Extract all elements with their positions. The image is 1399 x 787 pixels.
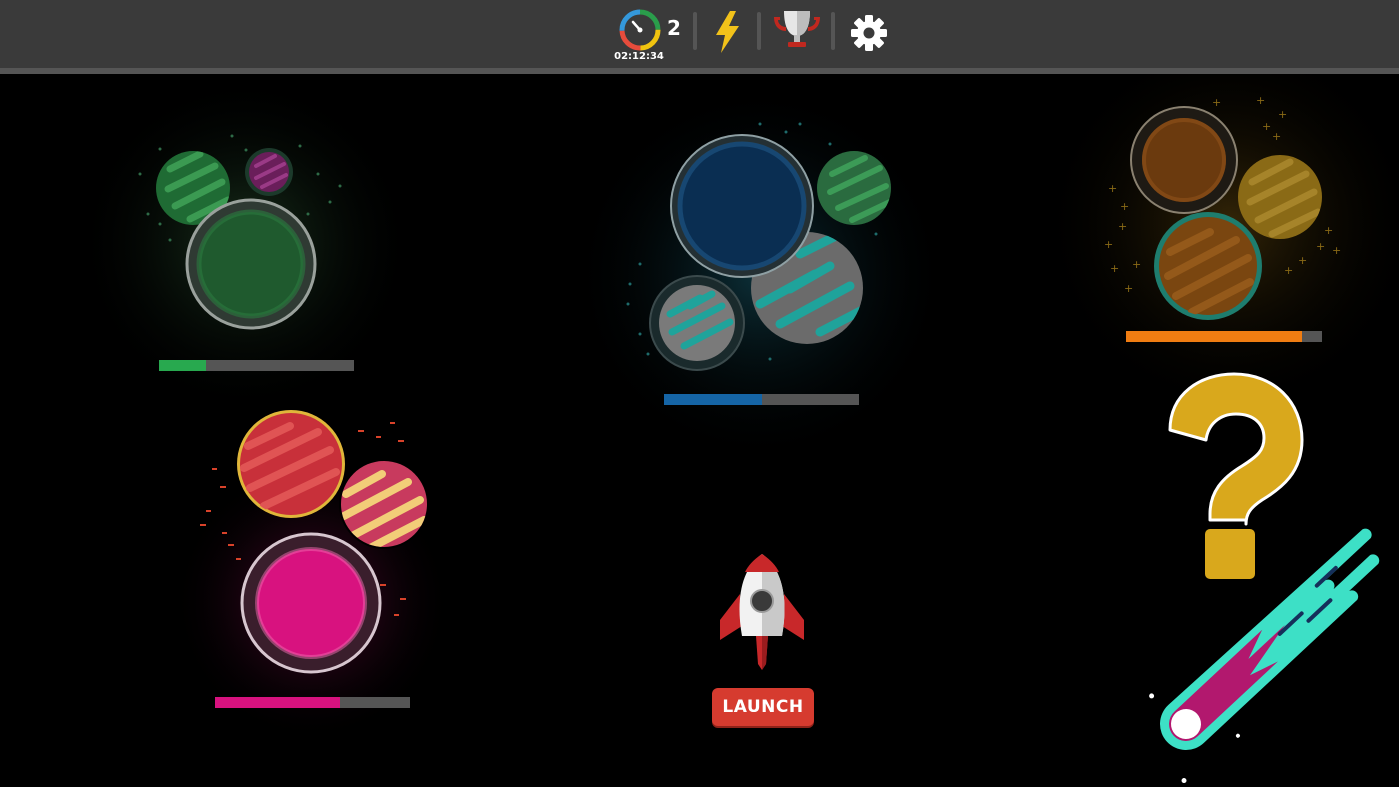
- settings-button[interactable]: [848, 0, 890, 68]
- top-bar: 2 02:12:34: [0, 0, 1399, 74]
- divider: [757, 12, 761, 50]
- gear-icon: [851, 15, 887, 51]
- svg-text:+: +: [1324, 224, 1333, 237]
- svg-text:+: +: [1104, 238, 1113, 251]
- svg-text:+: +: [1278, 108, 1287, 121]
- svg-text:+: +: [1298, 254, 1307, 267]
- svg-text:+: +: [1284, 264, 1293, 277]
- planet-cluster-orange[interactable]: + ++ +++ +++ +++ +++ ++: [1040, 74, 1399, 414]
- planet-cluster-blue[interactable]: [570, 84, 950, 464]
- divider: [831, 12, 835, 50]
- progress-bar-blue: [664, 394, 859, 405]
- power-button[interactable]: [705, 0, 749, 68]
- timer-time: 02:12:34: [614, 51, 664, 62]
- progress-bar-fill: [1126, 331, 1303, 342]
- progress-bar-fill: [159, 360, 206, 371]
- svg-text:+: +: [1212, 96, 1221, 109]
- progress-bar-pink: [215, 697, 410, 708]
- svg-text:+: +: [1262, 120, 1271, 133]
- divider: [693, 12, 697, 50]
- svg-text:+: +: [1256, 94, 1265, 107]
- svg-text:+: +: [1108, 182, 1117, 195]
- planet-cluster-pink[interactable]: [172, 410, 452, 742]
- svg-text:+: +: [1132, 258, 1141, 271]
- progress-bar-green: [159, 360, 354, 371]
- planet-scene: + ++ +++ +++ +++ +++ ++: [75, 74, 1399, 786]
- svg-text:+: +: [1124, 282, 1133, 295]
- svg-text:+: +: [1118, 220, 1127, 233]
- svg-text:+: +: [1272, 130, 1281, 143]
- svg-text:+: +: [1110, 262, 1119, 275]
- trophy-button[interactable]: [772, 0, 822, 68]
- trophy-icon: [774, 11, 820, 47]
- progress-bar-orange: [1126, 331, 1322, 342]
- stopwatch-icon: [619, 9, 661, 51]
- rocket-icon[interactable]: [720, 554, 804, 670]
- svg-text:+: +: [1332, 244, 1341, 257]
- svg-text:+: +: [1316, 240, 1325, 253]
- launch-button[interactable]: LAUNCH: [712, 688, 814, 726]
- svg-text:+: +: [1120, 200, 1129, 213]
- timer-count: 2: [667, 16, 681, 40]
- comet-icon[interactable]: [1123, 508, 1399, 786]
- planet-select-area: + + + + + + + + + + + + + + + + +: [0, 74, 1399, 787]
- progress-bar-fill: [215, 697, 340, 708]
- question-mark-icon[interactable]: [1168, 372, 1304, 579]
- lightning-bolt-icon: [716, 11, 739, 53]
- progress-bar-fill: [664, 394, 762, 405]
